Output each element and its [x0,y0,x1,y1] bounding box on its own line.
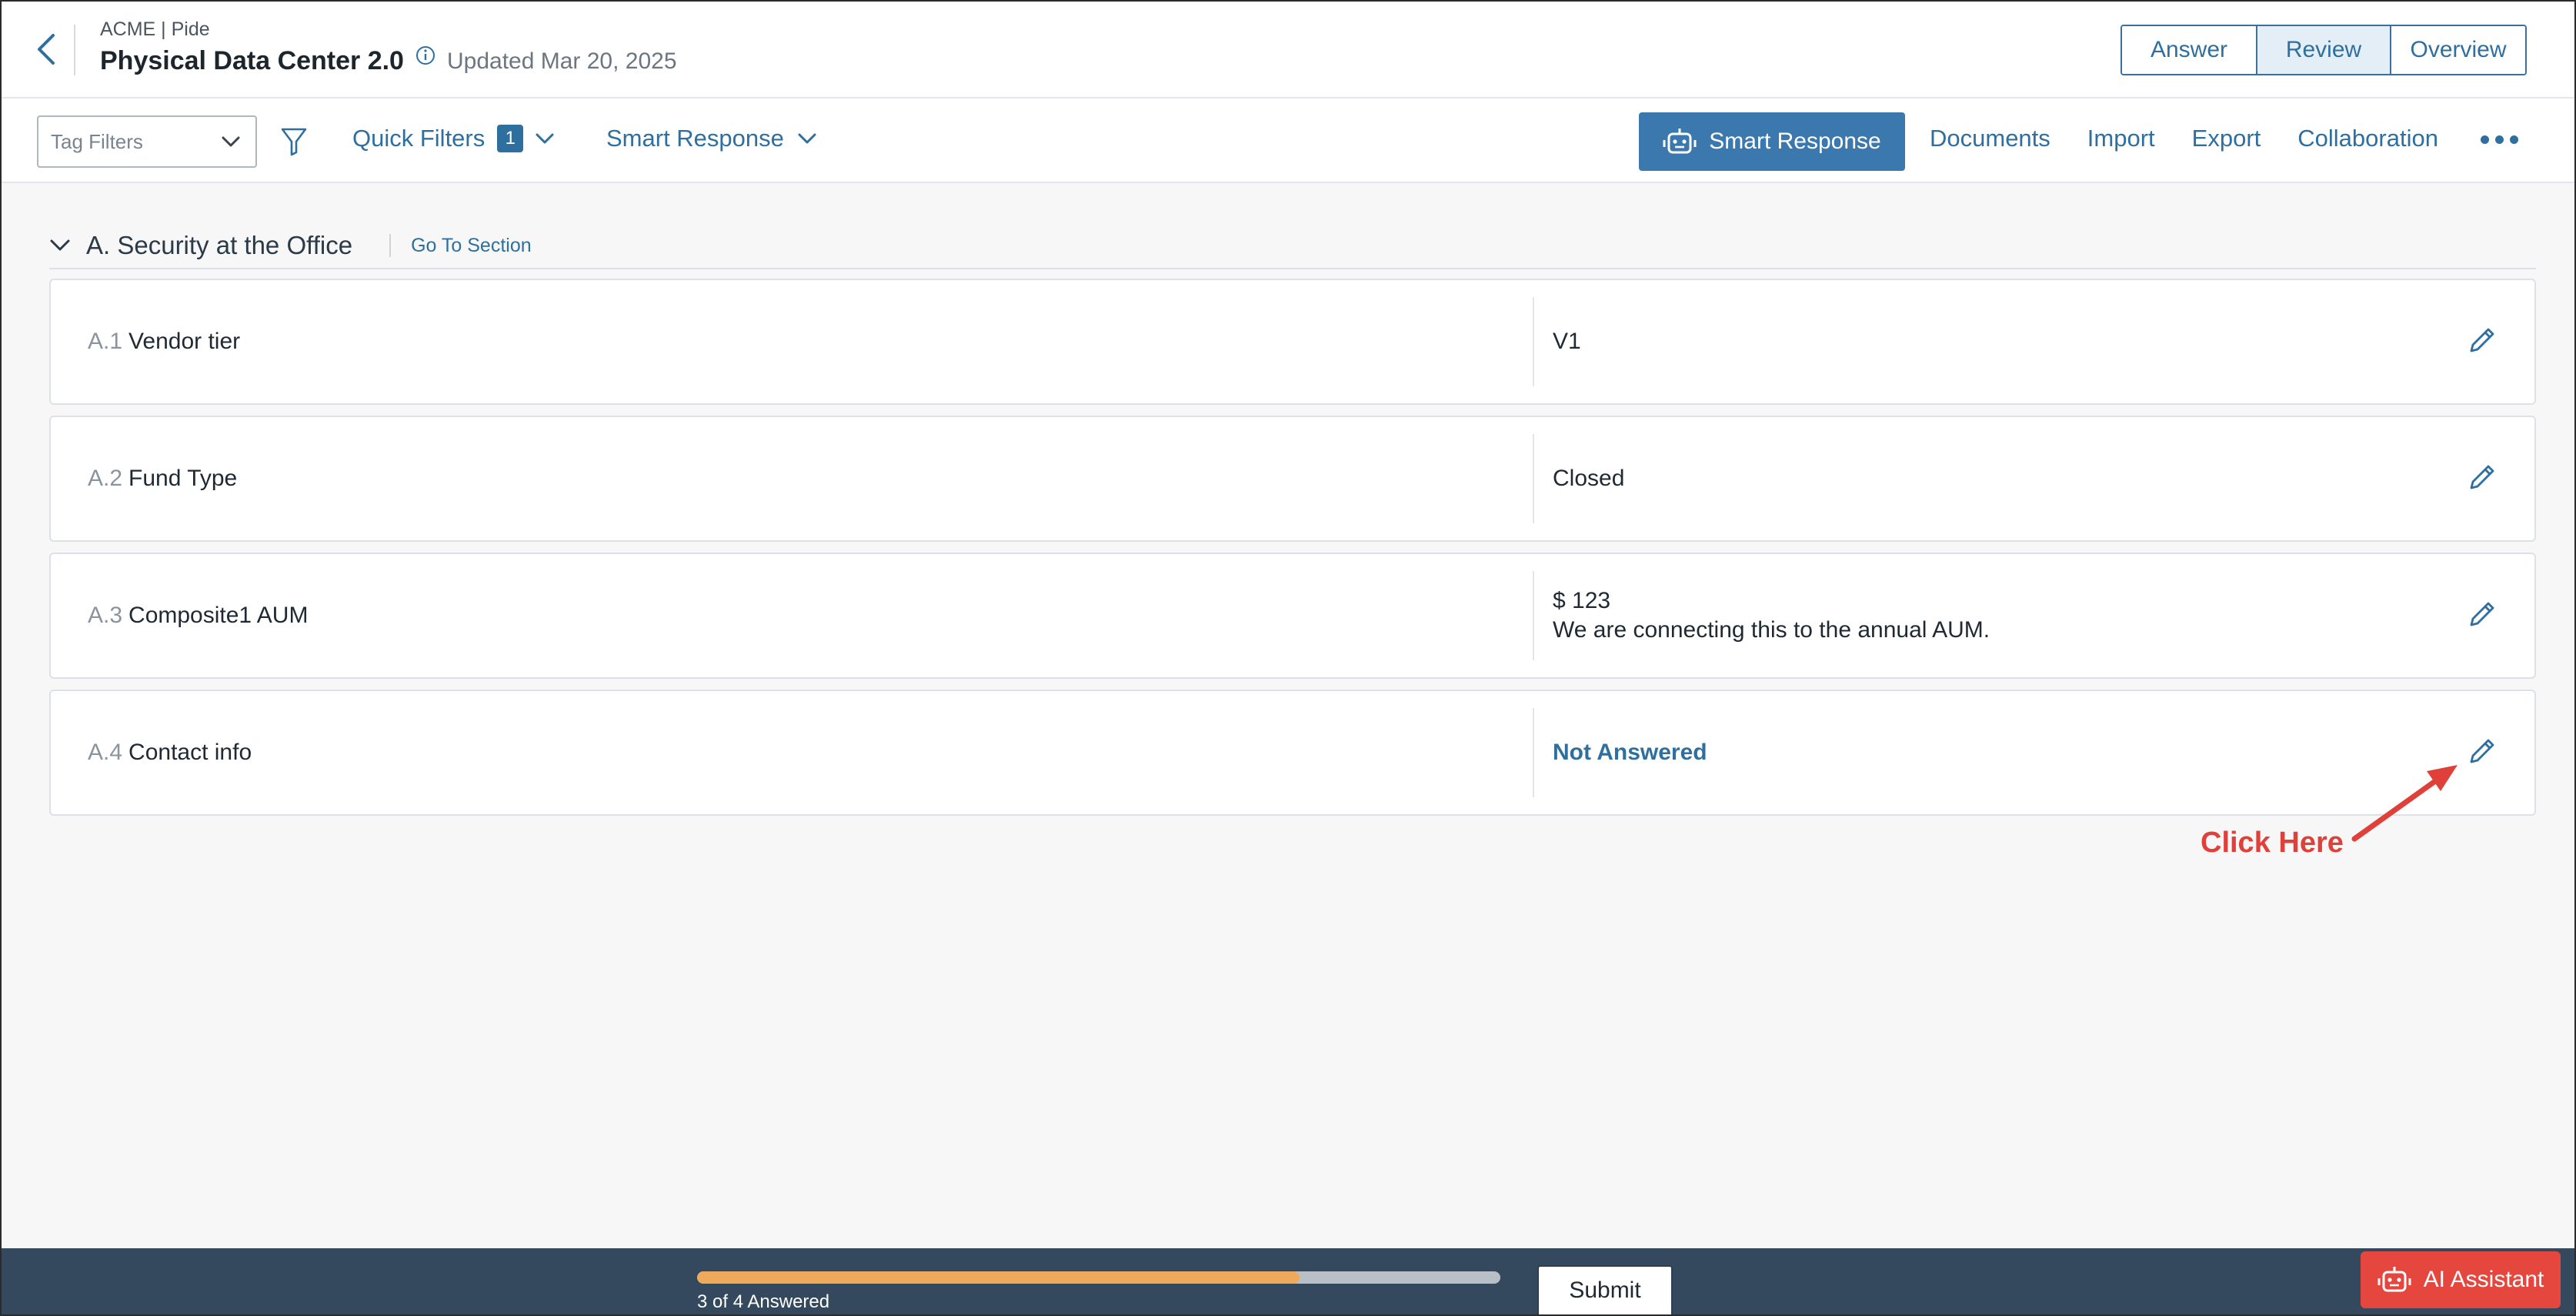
tab-review[interactable]: Review [2257,26,2391,74]
click-here-annotation: Click Here [2201,827,2344,859]
quick-filters-dropdown[interactable]: Quick Filters 1 [352,125,554,152]
question-label: A.4 Contact info [88,691,252,814]
ai-assistant-label: AI Assistant [2423,1267,2544,1292]
smart-response-button[interactable]: Smart Response [1639,112,1905,171]
question-divider [1533,571,1534,660]
question-text: Composite1 AUM [128,603,309,628]
pencil-icon [2470,602,2494,626]
org-name: ACME | Pide [100,18,210,40]
info-icon[interactable] [415,45,436,66]
import-link[interactable]: Import [2087,125,2155,152]
footer-bar: 3 of 4 Answered Submit AI Assistant [2,1248,2574,1314]
answer-value: V1 [1553,280,1581,403]
tab-overview[interactable]: Overview [2391,26,2525,74]
smart-response-dropdown[interactable]: Smart Response [606,125,816,152]
toolbar-links: Documents Import Export Collaboration [1930,125,2438,152]
smart-response-button-label: Smart Response [1709,129,1881,154]
chevron-left-icon [38,34,55,65]
not-answered-status: Not Answered [1553,740,1707,765]
page-title: Physical Data Center 2.0 [100,46,404,75]
answer-line: Closed [1553,466,1625,491]
chevron-down-icon [222,136,240,147]
progress-text: 3 of 4 Answered [697,1291,830,1312]
answer-value: Closed [1553,417,1624,540]
tag-filters-placeholder: Tag Filters [51,129,143,153]
submit-button[interactable]: Submit [1537,1265,1673,1314]
question-label: A.3 Composite1 AUM [88,554,308,677]
tag-filters-select[interactable]: Tag Filters [37,115,257,168]
answer-line: We are connecting this to the annual AUM… [1553,617,1990,643]
robot-icon [1663,129,1697,154]
question-text: Vendor tier [128,329,241,354]
collaboration-link[interactable]: Collaboration [2297,125,2438,152]
question-number: A.3 [88,603,123,628]
go-to-section-link[interactable]: Go To Section [411,235,532,257]
more-options-icon[interactable] [2481,135,2518,144]
answer-line: $ 123 [1553,588,1611,613]
edit-button[interactable] [2461,593,2504,636]
edit-button[interactable] [2461,456,2504,499]
question-number: A.1 [88,329,123,354]
progress-fill [697,1271,1300,1284]
edit-button[interactable] [2461,730,2504,773]
ai-assistant-button[interactable]: AI Assistant [2361,1251,2561,1308]
collapse-section-button[interactable] [49,234,72,257]
question-card: A.2 Fund Type Closed [49,416,2536,542]
section-divider [389,234,392,257]
question-text: Contact info [128,740,252,765]
quick-filters-count-badge: 1 [497,125,524,152]
answer-line: V1 [1553,329,1581,354]
question-card: A.3 Composite1 AUM $ 123 We are connecti… [49,553,2536,679]
toolbar: Tag Filters Quick Filters 1 Smart Respon… [2,99,2574,183]
question-label: A.2 Fund Type [88,417,237,540]
title-row: Physical Data Center 2.0 Updated Mar 20,… [100,45,677,76]
question-card: A.1 Vendor tier V1 [49,279,2536,405]
documents-link[interactable]: Documents [1930,125,2050,152]
updated-date: Updated Mar 20, 2025 [446,48,677,74]
pencil-icon [2470,739,2494,763]
filter-icon[interactable] [280,126,308,161]
pencil-icon [2470,465,2494,489]
robot-icon [2377,1267,2411,1292]
section-header: A. Security at the Office Go To Section [49,223,2536,269]
question-number: A.2 [88,466,123,491]
view-toggle: Answer Review Overview [2121,25,2527,75]
question-divider [1533,297,1534,386]
pencil-icon [2470,328,2494,352]
app-window: ACME | Pide Physical Data Center 2.0 Upd… [0,0,2576,1316]
question-divider [1533,434,1534,523]
progress-bar [697,1271,1500,1284]
page-header: ACME | Pide Physical Data Center 2.0 Upd… [2,2,2574,99]
chevron-down-icon [798,133,816,144]
question-label: A.1 Vendor tier [88,280,240,403]
chevron-down-icon [536,133,554,144]
question-card: A.4 Contact info Not Answered [49,690,2536,816]
edit-button[interactable] [2461,319,2504,362]
chevron-down-icon [50,239,70,251]
tab-answer[interactable]: Answer [2122,26,2257,74]
question-text: Fund Type [128,466,238,491]
answer-value: Not Answered [1553,691,1707,814]
smart-response-dropdown-label: Smart Response [606,125,784,152]
header-divider [74,25,75,75]
quick-filters-label: Quick Filters [352,125,486,152]
question-number: A.4 [88,740,123,765]
back-button[interactable] [23,26,69,72]
question-divider [1533,708,1534,797]
section-title: A. Security at the Office [86,231,353,259]
answer-value: $ 123 We are connecting this to the annu… [1553,554,1990,677]
export-link[interactable]: Export [2192,125,2261,152]
